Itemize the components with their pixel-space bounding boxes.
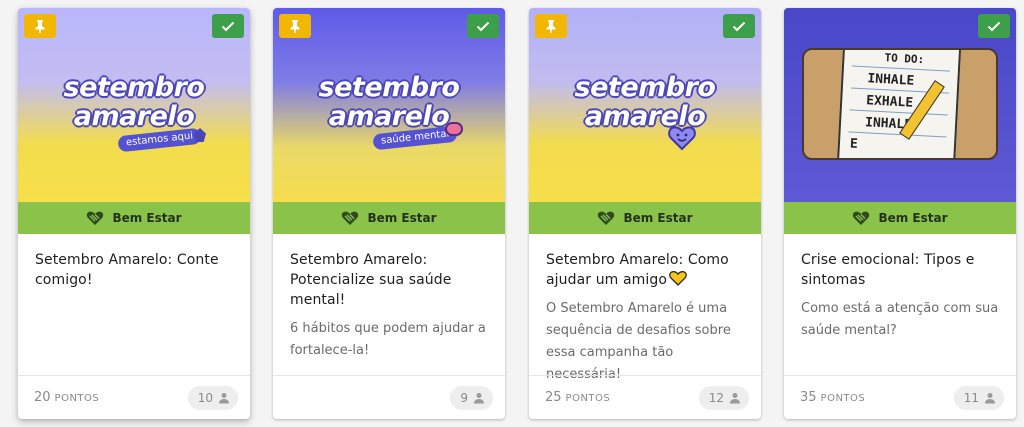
category-bar: Bem Estar (784, 202, 1016, 234)
banner-title-line-1: setembro (574, 72, 716, 103)
participants-count: 10 (197, 390, 213, 405)
points-value: 35 (800, 390, 817, 405)
note-line (849, 109, 948, 116)
note-text: TO DO: (884, 51, 925, 67)
points-value: 25 (545, 390, 562, 405)
pin-icon[interactable] (279, 14, 311, 38)
participants-badge: 9 (450, 385, 493, 410)
person-icon (219, 392, 229, 403)
card-title[interactable]: Crise emocional: Tipos e sintomas (801, 250, 1000, 290)
notepad: TO DO: INHALE EXHALE INHALE E (836, 50, 962, 158)
note-text: E (849, 136, 859, 152)
note-text: EXHALE (865, 93, 914, 111)
check-icon (978, 14, 1010, 38)
category-bar: Bem Estar (273, 202, 505, 234)
participants-badge: 11 (953, 385, 1004, 410)
banner-title: setembro amarelo (529, 74, 761, 131)
challenge-card-grid: setembro amarelo estamos aqui Bem Estar … (0, 0, 1024, 427)
heart-hands-icon (598, 211, 615, 225)
category-label: Bem Estar (878, 211, 948, 225)
banner-title: setembro amarelo (273, 74, 505, 131)
brain-icon (445, 122, 463, 136)
yellow-heart-icon (669, 271, 687, 286)
points: 20 PONTOS (34, 390, 99, 405)
person-icon (474, 392, 484, 403)
points-value: 20 (34, 390, 51, 405)
category-bar: Bem Estar (529, 202, 761, 234)
note-text: INHALE (866, 71, 915, 89)
card-title[interactable]: Setembro Amarelo: Conte comigo! (35, 250, 234, 290)
card-banner: setembro amarelo saúde mental (273, 8, 505, 202)
card-body: Setembro Amarelo: Como ajudar um amigo O… (529, 234, 761, 386)
participants-count: 9 (460, 390, 468, 405)
category-label: Bem Estar (367, 211, 437, 225)
banner-title-line-2: amarelo (73, 101, 195, 132)
banner-title-line-1: setembro (318, 72, 460, 103)
participants-badge: 12 (698, 385, 749, 410)
banner-title: setembro amarelo (18, 74, 250, 131)
challenge-card[interactable]: setembro amarelo saúde mental Bem Estar … (273, 8, 505, 419)
card-footer: 35 PONTOS 11 (784, 375, 1016, 419)
banner-title-line-2: amarelo (584, 101, 706, 132)
person-icon (730, 392, 740, 403)
banner-title-line-2: amarelo (328, 101, 450, 132)
pin-icon[interactable] (535, 14, 567, 38)
card-title-text: Setembro Amarelo: Como ajudar um amigo (546, 252, 729, 288)
card-banner: setembro amarelo (529, 8, 761, 202)
heart-hands-icon (87, 211, 104, 225)
points-unit: PONTOS (54, 393, 100, 404)
heart-hands-icon (342, 211, 359, 225)
banner-title-line-1: setembro (63, 72, 205, 103)
card-footer: 20 PONTOS 10 (18, 375, 250, 419)
points: 25 PONTOS (545, 390, 610, 405)
note-line (848, 131, 947, 138)
card-footer: 25 PONTOS 12 (529, 375, 761, 419)
card-title[interactable]: Setembro Amarelo: Como ajudar um amigo (546, 250, 745, 290)
participants-count: 11 (963, 390, 979, 405)
card-description: O Setembro Amarelo é uma sequência de de… (546, 301, 731, 382)
participants-count: 12 (708, 390, 724, 405)
card-banner: setembro amarelo estamos aqui (18, 8, 250, 202)
challenge-card[interactable]: setembro amarelo estamos aqui Bem Estar … (18, 8, 250, 419)
check-icon (212, 14, 244, 38)
heart-hands-icon (853, 211, 870, 225)
note-line (852, 65, 950, 72)
challenge-card[interactable]: TO DO: INHALE EXHALE INHALE E Bem Estar … (784, 8, 1016, 419)
points-unit: PONTOS (820, 393, 866, 404)
participants-badge: 10 (187, 385, 238, 410)
pin-icon[interactable] (24, 14, 56, 38)
card-description: 6 hábitos que podem ajudar a fortalece-l… (290, 321, 486, 358)
person-icon (985, 392, 995, 403)
card-description: Como está a atenção com sua saúde mental… (801, 301, 999, 338)
card-footer: 9 (273, 375, 505, 419)
smiling-heart-icon (668, 126, 696, 151)
todo-note-illustration: TO DO: INHALE EXHALE INHALE E (802, 48, 998, 160)
card-body: Crise emocional: Tipos e sintomas Como e… (784, 234, 1016, 342)
card-body: Setembro Amarelo: Conte comigo! (18, 234, 250, 290)
check-icon (467, 14, 499, 38)
category-label: Bem Estar (112, 211, 182, 225)
card-body: Setembro Amarelo: Potencialize sua saúde… (273, 234, 505, 362)
card-title[interactable]: Setembro Amarelo: Potencialize sua saúde… (290, 250, 489, 310)
check-icon (723, 14, 755, 38)
points: 35 PONTOS (800, 390, 865, 405)
challenge-card[interactable]: setembro amarelo Bem Estar Setembro Amar… (529, 8, 761, 419)
points-unit: PONTOS (565, 393, 611, 404)
category-bar: Bem Estar (18, 202, 250, 234)
category-label: Bem Estar (623, 211, 693, 225)
card-banner: TO DO: INHALE EXHALE INHALE E (784, 8, 1016, 202)
